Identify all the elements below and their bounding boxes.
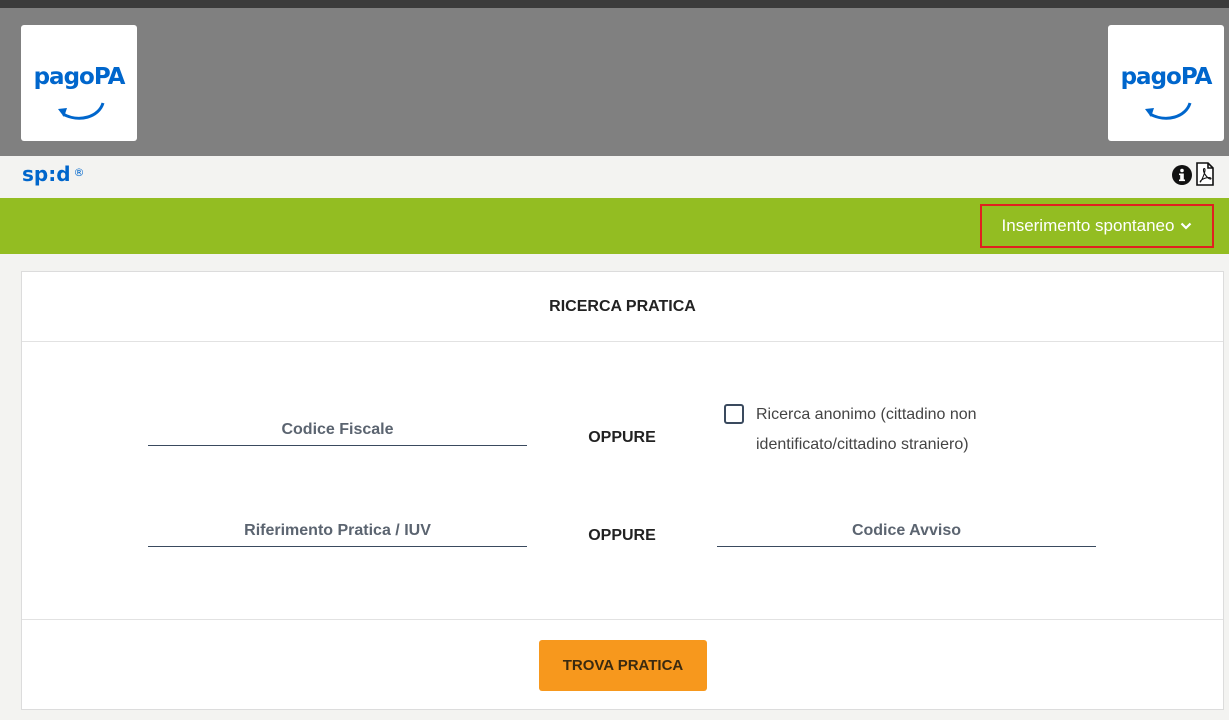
info-circle-icon[interactable] — [1172, 165, 1192, 185]
card-title: RICERCA PRATICA — [22, 272, 1223, 342]
logo-text: pagoPA — [1120, 64, 1213, 90]
pagopa-arc-icon — [1145, 102, 1192, 120]
search-card: RICERCA PRATICA Codice Fiscale OPPURE Ri… — [21, 271, 1224, 710]
or-label: OPPURE — [588, 429, 656, 446]
spid-registered-mark: ® — [73, 166, 85, 179]
codice-avviso-input[interactable]: Codice Avviso — [717, 516, 1096, 547]
anonymous-checkbox[interactable] — [724, 404, 744, 424]
top-border — [0, 0, 1229, 8]
nav-bar: Inserimento spontaneo — [0, 198, 1229, 254]
or-label: OPPURE — [588, 527, 656, 544]
trova-pratica-button[interactable]: TROVA PRATICA — [539, 640, 707, 691]
card-footer-divider — [22, 619, 1223, 620]
codice-avviso-placeholder: Codice Avviso — [851, 522, 962, 539]
riferimento-pratica-input[interactable]: Riferimento Pratica / IUV — [148, 516, 527, 547]
logo-text: pagoPA — [33, 64, 126, 90]
riferimento-pratica-placeholder: Riferimento Pratica / IUV — [244, 522, 431, 539]
spid-text: sp:d — [22, 162, 71, 186]
inserimento-spontaneo-menu[interactable]: Inserimento spontaneo — [980, 204, 1214, 248]
codice-fiscale-placeholder: Codice Fiscale — [281, 421, 394, 438]
toolbar-strip: sp:d ® — [0, 156, 1229, 198]
header-banner: pagoPA pagoPA — [0, 8, 1229, 156]
menu-label: Inserimento spontaneo — [1001, 216, 1175, 235]
file-pdf-icon[interactable] — [1196, 162, 1214, 186]
codice-fiscale-input[interactable]: Codice Fiscale — [148, 415, 527, 446]
pagopa-logo-left[interactable]: pagoPA — [21, 25, 137, 141]
anonymous-checkbox-label[interactable]: Ricerca anonimo (cittadino non identific… — [756, 400, 1076, 460]
pagopa-logo-right[interactable]: pagoPA — [1108, 25, 1224, 141]
pagopa-arc-icon — [58, 102, 105, 120]
spid-logo: sp:d ® — [22, 162, 85, 186]
chevron-down-icon — [1181, 222, 1192, 230]
